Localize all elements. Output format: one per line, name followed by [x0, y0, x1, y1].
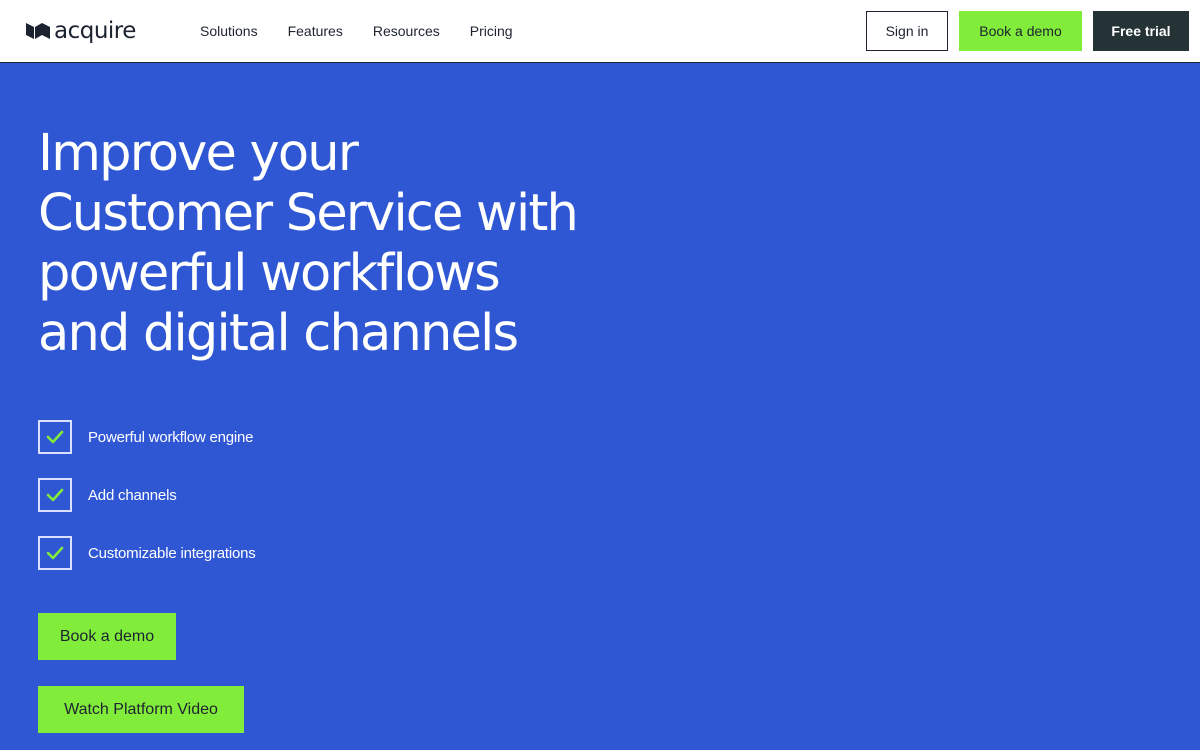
sign-in-button[interactable]: Sign in [866, 11, 948, 51]
header-book-demo-button[interactable]: Book a demo [959, 11, 1082, 51]
book-demo-button[interactable]: Book a demo [38, 613, 176, 660]
feature-list: Powerful workflow engine Add channels Cu… [38, 420, 256, 594]
feature-label: Customizable integrations [88, 544, 256, 562]
acquire-logo-icon [26, 23, 50, 39]
main-nav: Solutions Features Resources Pricing [200, 22, 543, 40]
feature-label: Add channels [88, 486, 177, 504]
nav-item-pricing[interactable]: Pricing [470, 22, 513, 40]
feature-item: Add channels [38, 478, 256, 512]
site-header: acquire Solutions Features Resources Pri… [0, 0, 1200, 63]
check-icon [38, 536, 72, 570]
check-icon [38, 420, 72, 454]
free-trial-button[interactable]: Free trial [1093, 11, 1189, 51]
hero-title-line: Improve your [38, 124, 359, 183]
feature-label: Powerful workflow engine [88, 428, 254, 446]
nav-item-features[interactable]: Features [288, 22, 343, 40]
watch-video-button[interactable]: Watch Platform Video [38, 686, 244, 733]
feature-item: Powerful workflow engine [38, 420, 256, 454]
acquire-logo[interactable]: acquire [26, 18, 136, 44]
nav-item-resources[interactable]: Resources [373, 22, 440, 40]
hero-title: Improve your Customer Service with power… [38, 124, 678, 364]
logo-text: acquire [54, 18, 136, 44]
hero-title-line: powerful workflows [38, 244, 501, 303]
check-icon [38, 478, 72, 512]
feature-item: Customizable integrations [38, 536, 256, 570]
nav-item-solutions[interactable]: Solutions [200, 22, 258, 40]
hero-title-line: Customer Service with [38, 184, 579, 243]
hero-title-line: and digital channels [38, 304, 519, 363]
